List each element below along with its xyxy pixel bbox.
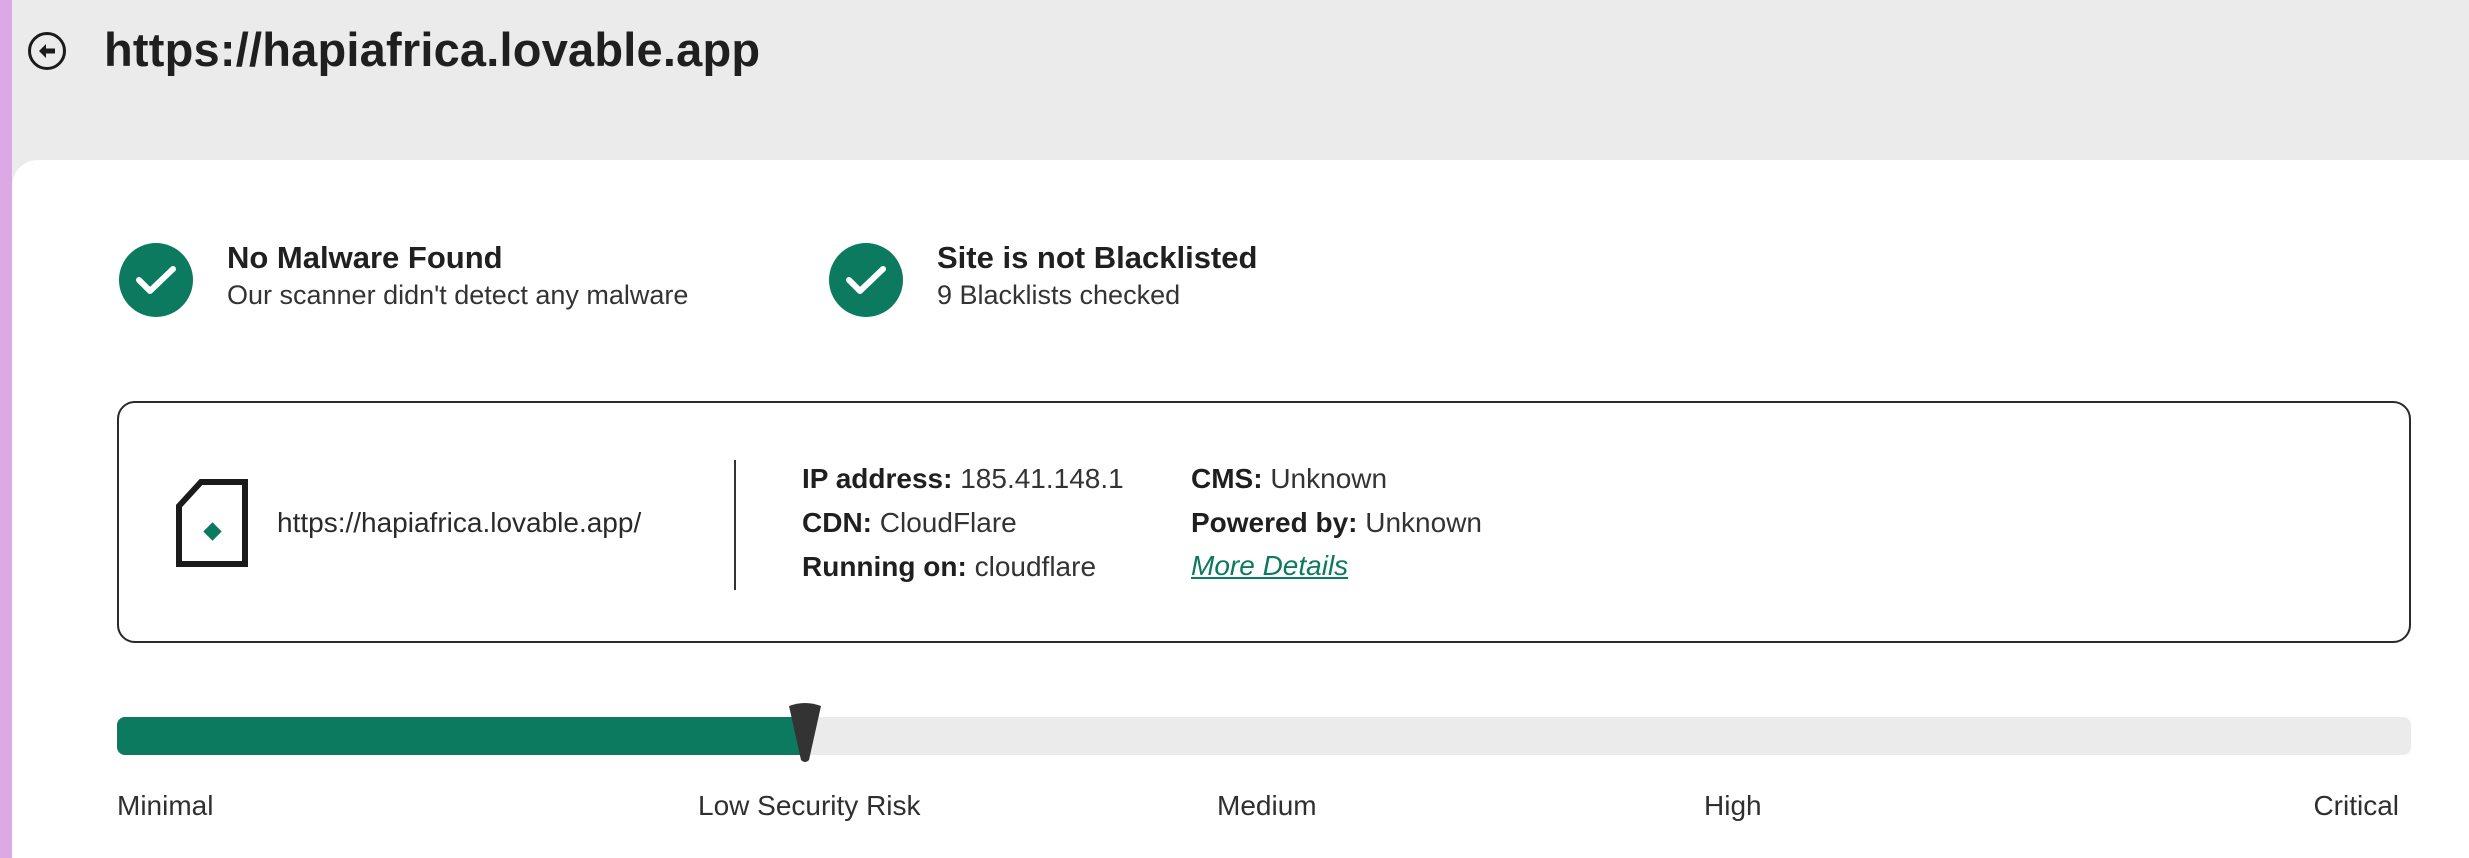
running-on-row: Running on: cloudflare: [802, 551, 1097, 582]
risk-label-minimal: Minimal: [117, 790, 214, 821]
risk-marker-icon: [789, 703, 822, 762]
more-details-link[interactable]: More Details: [1191, 550, 1348, 582]
cdn-value: CloudFlare: [879, 507, 1017, 538]
scan-results-panel: No Malware Found Our scanner didn't dete…: [12, 160, 2469, 858]
document-icon: [176, 479, 248, 567]
vertical-divider: [734, 460, 736, 590]
powered-by-value: Unknown: [1365, 507, 1482, 538]
powered-by-row: Powered by: Unknown: [1191, 507, 1482, 538]
page-title: https://hapiafrica.lovable.app: [104, 23, 761, 76]
malware-status-title: No Malware Found: [227, 240, 503, 275]
back-button[interactable]: [28, 32, 66, 70]
risk-meter-fill: [117, 717, 806, 755]
cms-row: CMS: Unknown: [1191, 463, 1388, 494]
malware-status-subtitle: Our scanner didn't detect any malware: [227, 280, 689, 310]
arrow-left-circle-icon: [39, 44, 55, 58]
check-circle-icon: [119, 243, 193, 317]
risk-label-medium: Medium: [1217, 790, 1317, 821]
site-info-card: https://hapiafrica.lovable.app/ IP addre…: [117, 401, 2411, 643]
check-circle-icon: [829, 243, 903, 317]
ip-address-value: 185.41.148.1: [960, 463, 1124, 494]
blacklist-status-title: Site is not Blacklisted: [937, 240, 1258, 275]
risk-label-critical: Critical: [2313, 790, 2399, 821]
cms-value: Unknown: [1270, 463, 1388, 494]
blacklist-status-subtitle: 9 Blacklists checked: [937, 280, 1181, 310]
site-url: https://hapiafrica.lovable.app/: [277, 507, 642, 538]
risk-meter-track: [117, 717, 2411, 755]
risk-label-low: Low Security Risk: [698, 790, 921, 821]
running-on-value: cloudflare: [974, 551, 1097, 582]
cdn-row: CDN: CloudFlare: [802, 507, 1017, 538]
risk-label-high: High: [1704, 790, 1762, 821]
ip-address-row: IP address: 185.41.148.1: [802, 463, 1124, 494]
